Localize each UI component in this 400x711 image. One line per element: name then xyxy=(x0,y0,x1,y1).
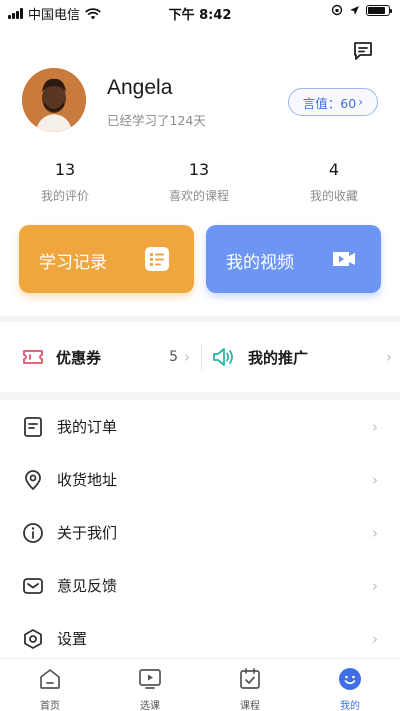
stat-label: 喜欢的课程 xyxy=(168,189,229,203)
coupons-entry[interactable]: 优惠券 5 › xyxy=(22,322,190,392)
avatar-portrait xyxy=(22,68,86,132)
tab-label: 首页 xyxy=(40,701,60,711)
stat-label: 我的收藏 xyxy=(309,189,358,203)
menu-item-label: 我的订单 xyxy=(57,418,118,436)
message-icon[interactable] xyxy=(352,40,374,62)
my-videos-card[interactable]: 我的视频 xyxy=(206,225,381,293)
avatar[interactable] xyxy=(22,68,86,132)
location-arrow-icon xyxy=(350,5,359,15)
tab-label: 我的 xyxy=(340,701,360,711)
coupons-label: 优惠券 xyxy=(56,348,102,367)
study-record-card[interactable]: 学习记录 xyxy=(19,225,194,293)
order-icon xyxy=(24,416,42,437)
stat-value: 4 xyxy=(328,160,340,179)
menu-item-label: 意见反馈 xyxy=(57,577,118,595)
info-icon xyxy=(23,522,43,543)
coupon-icon xyxy=(23,350,43,364)
chevron-right-icon: › xyxy=(184,348,190,366)
smile-icon xyxy=(339,668,361,690)
status-bar: 中国电信 下午 8:42 xyxy=(0,0,400,24)
menu-list: 我的订单 › 收货地址 › 关于我们 › 意见反馈 › 设置 › xyxy=(0,400,400,658)
stat-label: 我的评价 xyxy=(40,189,89,203)
chevron-right-icon: › xyxy=(372,523,378,542)
menu-item-settings[interactable]: 设置 › xyxy=(0,612,400,658)
menu-item-about[interactable]: 关于我们 › xyxy=(0,506,400,559)
settings-icon xyxy=(24,628,42,649)
chevron-right-icon: › xyxy=(386,348,392,366)
menu-item-address[interactable]: 收货地址 › xyxy=(0,453,400,506)
screen: 中国电信 下午 8:42 Angela 已经学习了124天 言值：60 › 13… xyxy=(0,0,400,711)
tab-home[interactable]: 首页 xyxy=(0,659,100,711)
profile-section: Angela 已经学习了124天 言值：60 › 13 我的评价 13 喜欢的课… xyxy=(0,24,400,316)
menu-item-label: 设置 xyxy=(57,630,88,648)
tab-courses[interactable]: 课程 xyxy=(200,659,300,711)
tab-bar: 首页 选课 课程 我的 xyxy=(0,658,400,711)
list-icon xyxy=(145,247,169,271)
score-badge[interactable]: 言值：60 › xyxy=(287,88,378,116)
chevron-right-icon: › xyxy=(372,470,378,489)
chevron-right-icon: › xyxy=(372,576,378,595)
quick-cards: 学习记录 我的视频 xyxy=(19,225,381,293)
stat-liked-courses[interactable]: 13 喜欢的课程 xyxy=(130,160,268,204)
coupons-count: 5 xyxy=(169,349,178,365)
video-icon xyxy=(333,252,355,266)
chevron-right-icon: › xyxy=(372,629,378,648)
score-label: 言值：60 xyxy=(302,95,357,111)
divider xyxy=(201,344,202,370)
location-icon xyxy=(25,469,41,490)
promotion-label: 我的推广 xyxy=(248,348,309,367)
chevron-right-icon: › xyxy=(372,417,378,436)
menu-item-orders[interactable]: 我的订单 › xyxy=(0,400,400,453)
play-icon xyxy=(139,669,161,689)
study-record-label: 学习记录 xyxy=(39,253,107,273)
menu-item-label: 关于我们 xyxy=(57,524,118,542)
tab-label: 课程 xyxy=(240,701,260,711)
stat-value: 13 xyxy=(188,160,210,179)
mail-icon xyxy=(23,577,43,594)
stats-row: 13 我的评价 13 喜欢的课程 4 我的收藏 xyxy=(0,160,400,204)
stat-favorites[interactable]: 4 我的收藏 xyxy=(268,160,400,204)
tab-mine[interactable]: 我的 xyxy=(300,659,400,711)
orientation-lock-icon xyxy=(331,4,343,16)
menu-item-label: 收货地址 xyxy=(57,471,118,489)
promotion-entry[interactable]: 我的推广 › xyxy=(212,322,392,392)
status-right xyxy=(331,4,392,16)
stat-value: 13 xyxy=(54,160,76,179)
calendar-check-icon xyxy=(240,668,260,689)
menu-item-feedback[interactable]: 意见反馈 › xyxy=(0,559,400,612)
speaker-icon xyxy=(213,348,233,366)
home-icon xyxy=(40,669,60,689)
stat-reviews[interactable]: 13 我的评价 xyxy=(0,160,130,204)
chevron-right-icon: › xyxy=(358,95,363,109)
study-days: 已经学习了124天 xyxy=(107,113,206,128)
tab-label: 选课 xyxy=(140,701,160,711)
tab-select-course[interactable]: 选课 xyxy=(100,659,200,711)
battery-icon xyxy=(366,4,392,16)
user-name: Angela xyxy=(107,76,173,99)
my-videos-label: 我的视频 xyxy=(226,253,294,273)
promo-row: 优惠券 5 › 我的推广 › xyxy=(0,322,400,392)
